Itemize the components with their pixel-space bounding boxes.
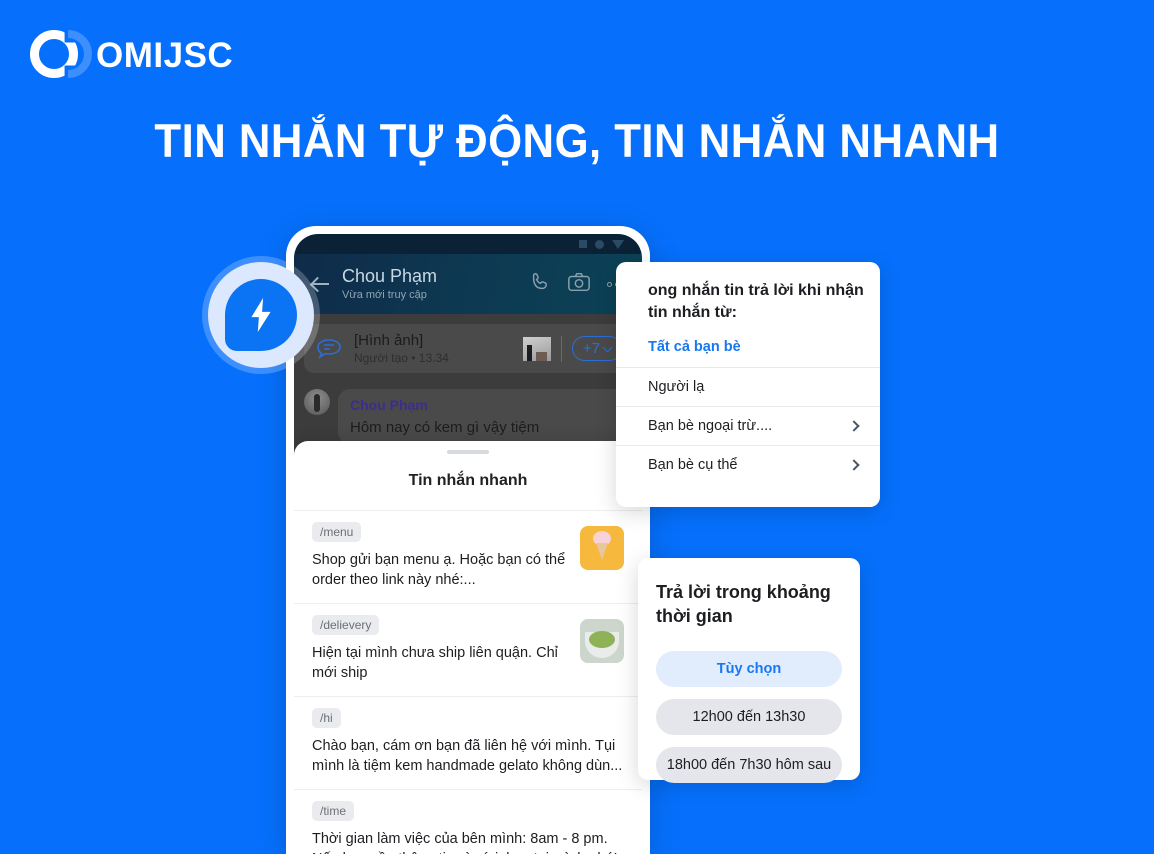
ice-cream-cone-thumbnail [580,526,624,570]
time-range-card: Trả lời trong khoảng thời gian Tùy chọn … [638,558,860,783]
quick-message-text: Thời gian làm việc của bên mình: 8am - 8… [312,831,618,854]
quick-message-content: /menu Shop gửi bạn menu ạ. Hoặc bạn có t… [312,522,568,590]
pinned-note-icon [314,336,344,362]
chevron-right-icon [848,420,860,432]
triangle-down-icon [612,239,624,249]
pinned-meta: Người tạo • 13.34 [354,351,449,365]
quick-message-content: /time Thời gian làm việc của bên mình: 8… [312,801,624,854]
quick-messages-sheet: Tin nhắn nhanh /menu Shop gửi bạn menu ạ… [294,441,642,854]
pinned-title: [Hình ảnh] [354,332,424,349]
quick-messages-title: Tin nhắn nhanh [294,454,642,511]
quick-message-text: Hiện tại mình chưa ship liên quận. Chỉ m… [312,645,558,681]
audience-option-label: Bạn bè cụ thể [648,457,738,474]
pinned-text: [Hình ảnh] Người tạo • 13.34 [354,332,513,365]
lightning-bolt-chat-bubble-icon [225,279,297,351]
time-card-title: Trả lời trong khoảng thời gian [656,582,831,627]
chevron-right-icon [848,459,860,471]
contact-status: Vừa mới truy cập [342,289,427,302]
message-sender: Chou Phạm [350,397,428,413]
message-text: Hôm nay có kem gì vậy tiệm [350,419,540,436]
chat-contact: Chou Phạm Vừa mới truy cập [342,265,529,302]
quick-message-text: Shop gửi bạn menu ạ. Hoặc bạn có thể ord… [312,552,566,588]
time-option-overnight[interactable]: 18h00 đến 7h30 hôm sau [656,746,842,783]
list-item[interactable]: /hi Chào bạn, cám ơn bạn đã liên hệ với … [294,697,642,791]
audience-option-label: Bạn bè ngoại trừ.... [648,418,773,435]
chat-header: Chou Phạm Vừa mới truy cập [294,254,642,314]
audience-option-label: Tất cả bạn bè [648,339,741,356]
phone-mockup: Chou Phạm Vừa mới truy cập [Hình ảnh] Ng… [286,226,650,854]
quick-message-tag: /delievery [312,615,380,636]
quick-message-content: /hi Chào bạn, cám ơn bạn đã liên hệ với … [312,708,624,776]
message-bubble: Chou Phạm Hôm nay có kem gì vậy tiệm [338,389,632,444]
audience-card-title: ong nhắn tin trả lời khi nhận tin nhắn t… [648,282,864,321]
pinned-more-button[interactable]: +7 [571,336,622,361]
audience-option-friends-except[interactable]: Bạn bè ngoại trừ.... [616,406,880,445]
quick-message-tag: /time [312,801,355,822]
audience-option-specific-friends[interactable]: Bạn bè cụ thể [616,445,880,484]
status-bar [294,234,642,254]
square-icon [579,240,587,248]
matcha-ice-cream-thumbnail [580,619,624,664]
audience-option-strangers[interactable]: Người lạ [616,367,880,406]
quick-reply-badge [208,262,314,368]
time-option-midday[interactable]: 12h00 đến 13h30 [656,698,842,735]
circle-icon [595,239,604,249]
quick-message-tag: /hi [312,708,341,729]
image-thumbnail [522,336,551,361]
time-option-custom[interactable]: Tùy chọn [656,650,842,687]
list-item[interactable]: /time Thời gian làm việc của bên mình: 8… [294,790,642,854]
audience-options: Tất cả bạn bè Người lạ Bạn bè ngoại trừ.… [616,339,880,484]
contact-name: Chou Phạm [342,265,438,286]
pinned-message[interactable]: [Hình ảnh] Người tạo • 13.34 +7 [304,324,632,373]
contact-avatar [304,389,330,415]
page-title: TIN NHẮN TỰ ĐỘNG, TIN NHẮN NHANH [154,114,1000,167]
list-item[interactable]: /menu Shop gửi bạn menu ạ. Hoặc bạn có t… [294,511,642,605]
quick-message-tag: /menu [312,522,362,542]
quick-message-text: Chào bạn, cám ơn bạn đã liên hệ với mình… [312,738,623,774]
list-item[interactable]: /delievery Hiện tại mình chưa ship liên … [294,604,642,698]
audience-option-label: Người lạ [648,379,705,396]
camera-icon[interactable] [567,271,591,298]
brand-name: OMIJSC [96,35,234,75]
brand-logo: OMIJSC [28,26,233,84]
audience-option-all-friends[interactable]: Tất cả bạn bè [616,339,880,367]
audience-card: ong nhắn tin trả lời khi nhận tin nhắn t… [616,262,880,507]
chat-message: Chou Phạm Hôm nay có kem gì vậy tiệm [304,389,632,444]
phone-screen: Chou Phạm Vừa mới truy cập [Hình ảnh] Ng… [294,234,642,854]
chat-header-actions [529,271,628,298]
pinned-more-count: +7 [582,340,600,357]
phone-call-icon[interactable] [529,271,551,298]
quick-message-content: /delievery Hiện tại mình chưa ship liên … [312,615,568,683]
divider [560,335,562,362]
chevron-down-icon [602,342,613,352]
back-arrow-icon[interactable] [308,271,334,297]
omijsc-c-ring-logo-icon [28,26,92,84]
